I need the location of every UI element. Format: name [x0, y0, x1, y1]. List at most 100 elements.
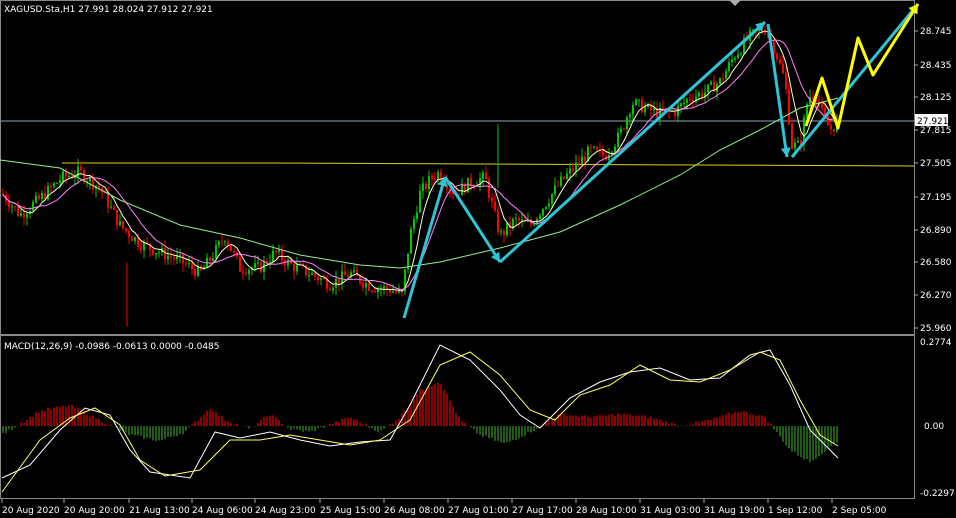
price-axis-label: 28.435: [920, 61, 952, 71]
arrow-down-2: [766, 23, 791, 158]
candle-body: [431, 176, 433, 179]
candle-body: [308, 274, 310, 276]
candle-body: [737, 54, 739, 59]
time-axis-label: 26 Aug 08:00: [384, 506, 445, 516]
candle-body: [545, 206, 547, 209]
macd-panel-border: [0, 335, 915, 499]
candle-body: [134, 237, 136, 241]
candle-body: [494, 201, 496, 211]
candle-body: [383, 286, 385, 289]
candle-body: [140, 246, 142, 251]
candle-body: [68, 175, 70, 177]
candle-body: [461, 183, 463, 196]
candle-body: [278, 249, 280, 252]
candle-body: [740, 53, 742, 55]
candle-body: [569, 168, 571, 174]
candle-body: [239, 256, 241, 272]
candle-body: [437, 172, 439, 180]
candle-body: [2, 193, 4, 195]
candle-body: [119, 221, 121, 226]
arrow-up-3-line: [790, 3, 920, 158]
trend-arrows: [402, 3, 920, 319]
candle-body: [125, 228, 127, 232]
candle-body: [188, 263, 190, 265]
candle-body: [245, 272, 247, 275]
candle-body: [233, 251, 235, 253]
candle-body: [323, 278, 325, 280]
candle-body: [32, 202, 34, 211]
shift-marker-icon[interactable]: [729, 0, 741, 6]
candle-body: [317, 276, 319, 281]
candle-body: [638, 99, 640, 101]
candle-body: [833, 129, 835, 132]
time-axis-label: 24 Aug 23:00: [255, 506, 316, 516]
candle-body: [35, 195, 37, 203]
time-axis-label: 31 Aug 19:00: [704, 506, 765, 516]
candle-body: [107, 192, 109, 208]
candle-body: [584, 156, 586, 162]
arrow-down-1: [443, 176, 502, 263]
candle-body: [689, 99, 691, 101]
candle-body: [191, 263, 193, 270]
price-axis-label: 27.505: [920, 159, 952, 169]
candle-body: [563, 176, 565, 179]
candle-body: [194, 269, 196, 276]
candle-body: [440, 172, 442, 179]
candle-body: [98, 185, 100, 188]
candle-body: [155, 252, 157, 255]
candle-body: [518, 217, 520, 221]
candle-body: [602, 149, 604, 156]
macd-series: [1, 344, 839, 493]
candle-body: [710, 81, 712, 85]
candle-body: [170, 255, 172, 258]
candle-body: [296, 264, 298, 272]
time-axis-label: 24 Aug 06:00: [192, 506, 253, 516]
time-axis-label: 27 Aug 01:00: [448, 506, 509, 516]
candle-body: [344, 271, 346, 276]
candle-body: [551, 194, 553, 204]
resistance-line: [62, 162, 915, 167]
trading-terminal: XAGUSD.Sta,H1 27.991 28.024 27.912 27.92…: [0, 0, 956, 518]
candle-body: [812, 96, 814, 99]
candle-body: [506, 222, 508, 236]
candle-body: [8, 201, 10, 208]
macd-axis-label: 0.2774: [920, 338, 952, 348]
axes: 28.745 28.435 28.125 27.815 27.505 27.195 26.8…: [1, 27, 955, 516]
candle-body: [425, 183, 427, 189]
chart-canvas[interactable]: XAGUSD.Sta,H1 27.991 28.024 27.912 27.92…: [0, 0, 956, 518]
candle-body: [779, 59, 781, 64]
candle-body: [221, 241, 223, 243]
candle-body: [566, 173, 568, 179]
candle-body: [683, 102, 685, 104]
time-axis-label: 20 Aug 20:00: [64, 506, 125, 516]
candle-body: [632, 105, 634, 115]
candle-body: [50, 186, 52, 188]
candle-body: [722, 78, 724, 80]
candle-body: [122, 221, 124, 229]
price-axis-label: 25.960: [920, 324, 952, 334]
candle-body: [581, 156, 583, 164]
candle-body: [167, 255, 169, 260]
price-axis-label: 27.195: [920, 193, 952, 203]
candle-body: [137, 237, 139, 247]
candle-body: [728, 62, 730, 71]
candle-body: [497, 210, 499, 233]
candle-body: [521, 219, 523, 221]
candle-body: [644, 107, 646, 113]
candle-body: [548, 203, 550, 207]
candle-body: [209, 257, 211, 261]
candle-body: [335, 278, 337, 288]
arrow-up-3: [790, 3, 920, 158]
candle-body: [788, 88, 790, 125]
candle-body: [311, 273, 313, 275]
candle-body: [341, 271, 343, 284]
candle-body: [614, 146, 616, 153]
candle-body: [596, 146, 598, 150]
candle-body: [179, 254, 181, 256]
candle-body: [185, 263, 187, 265]
candle-body: [362, 283, 364, 288]
main-chart-header: XAGUSD.Sta,H1 27.991 28.024 27.912 27.92…: [4, 5, 213, 15]
candle-body: [626, 117, 628, 129]
time-axis-label: 2 Sep 05:00: [832, 506, 887, 516]
candle-body: [314, 273, 316, 277]
